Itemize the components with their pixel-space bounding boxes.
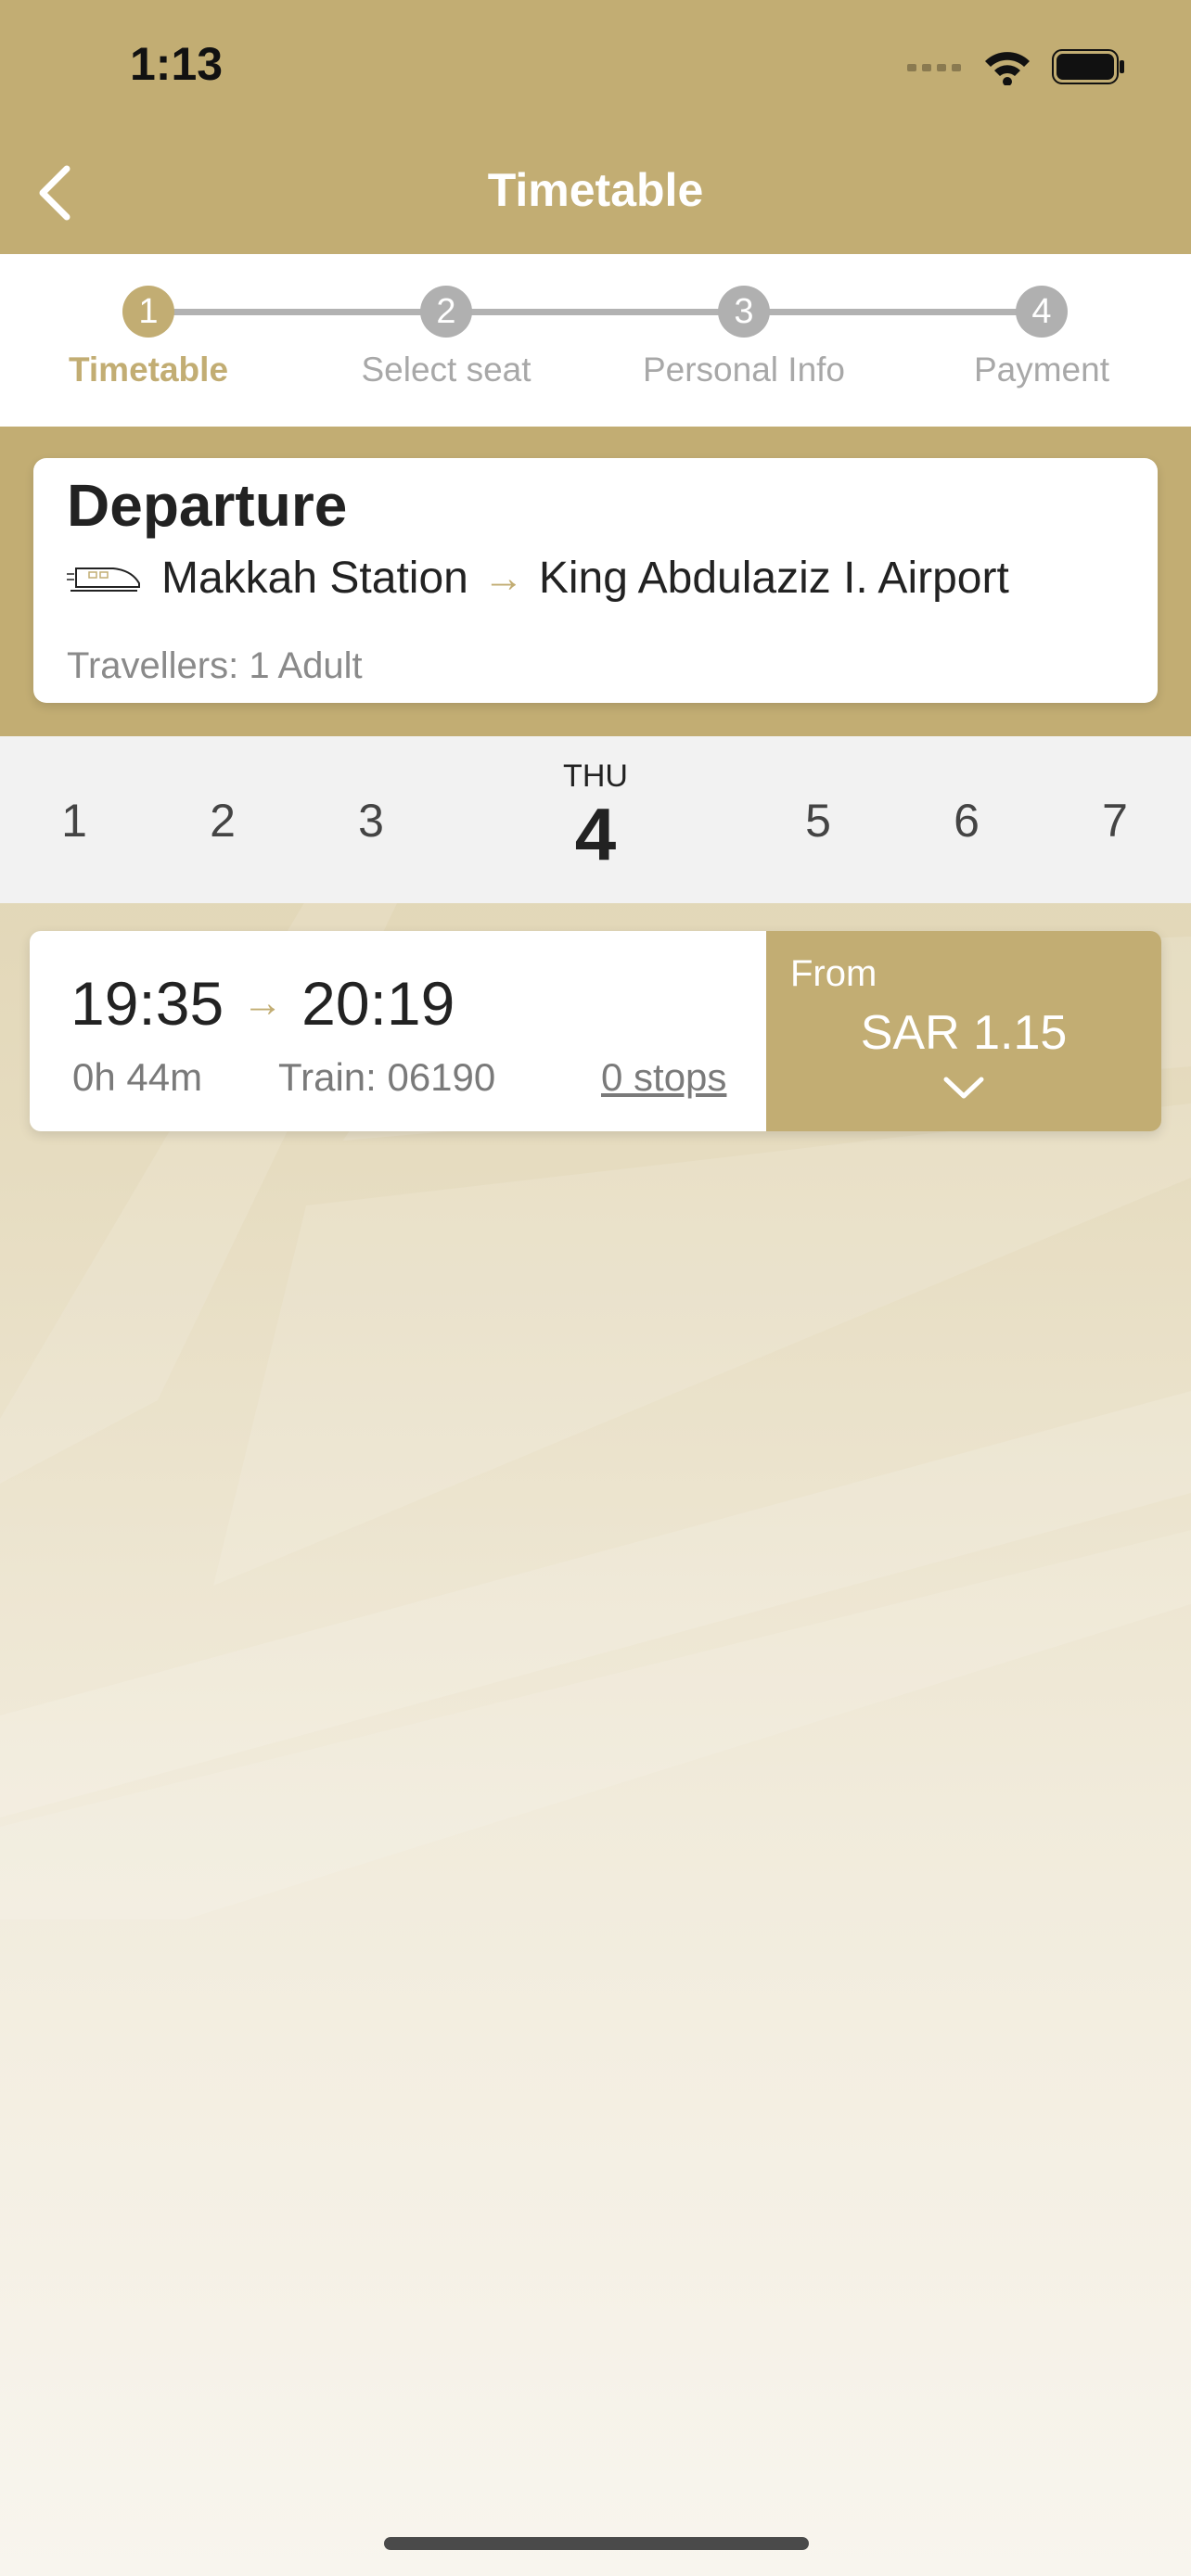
stops-link[interactable]: 0 stops [601, 1055, 726, 1100]
train-icon [67, 567, 140, 592]
travellers-summary: Travellers: 1 Adult [67, 645, 363, 686]
step-3-indicator: 3 [718, 286, 770, 338]
fare-from-label: From [790, 953, 877, 994]
date-option[interactable]: 6 [911, 794, 1022, 848]
route: Makkah Station → King Abdulaziz I. Airpo… [67, 553, 1009, 604]
status-time: 1:13 [130, 38, 224, 90]
departure-title: Departure [67, 472, 348, 539]
step-3-label: Personal Info [642, 351, 846, 389]
selected-date-weekday: THU [563, 759, 628, 794]
arrival-time: 20:19 [301, 969, 455, 1038]
chevron-down-icon [943, 1077, 984, 1099]
step-2-indicator: 2 [420, 286, 472, 338]
selected-date[interactable]: 4 [521, 792, 670, 877]
route-arrow-icon: → [482, 555, 524, 601]
wifi-icon [985, 52, 1030, 85]
destination-station: King Abdulaziz I. Airport [538, 554, 1009, 603]
train-result-card[interactable]: 19:35 → 20:19 0h 44m Train: 06190 0 stop… [30, 931, 1161, 1131]
trip-details: 19:35 → 20:19 0h 44m Train: 06190 0 stop… [30, 931, 766, 1131]
step-1-indicator: 1 [122, 286, 174, 338]
step-2-label: Select seat [361, 351, 531, 389]
time-arrow-icon: → [242, 980, 284, 1026]
step-1-label: Timetable [68, 351, 229, 389]
page-title: Timetable [487, 164, 704, 216]
signal-icon [907, 64, 961, 71]
date-option[interactable]: 2 [167, 794, 278, 848]
date-option[interactable]: 1 [19, 794, 130, 848]
battery-icon [1052, 49, 1124, 84]
date-option[interactable]: 5 [762, 794, 874, 848]
train-number: Train: 06190 [278, 1055, 496, 1099]
date-option[interactable]: 7 [1059, 794, 1171, 848]
step-4-indicator: 4 [1016, 286, 1068, 338]
trip-duration: 0h 44m [72, 1055, 203, 1099]
home-indicator [384, 2537, 809, 2550]
fare-panel[interactable]: From SAR 1.15 [766, 931, 1161, 1131]
step-4-label: Payment [973, 351, 1109, 389]
stepper-track [148, 309, 1039, 315]
status-icons [907, 48, 1126, 85]
trip-times: 19:35 → 20:19 [70, 968, 455, 1039]
origin-station: Makkah Station [161, 554, 468, 603]
booking-stepper [0, 254, 1191, 427]
departure-time: 19:35 [70, 969, 224, 1038]
fare-price: SAR 1.15 [860, 1006, 1068, 1060]
date-option[interactable]: 3 [315, 794, 427, 848]
